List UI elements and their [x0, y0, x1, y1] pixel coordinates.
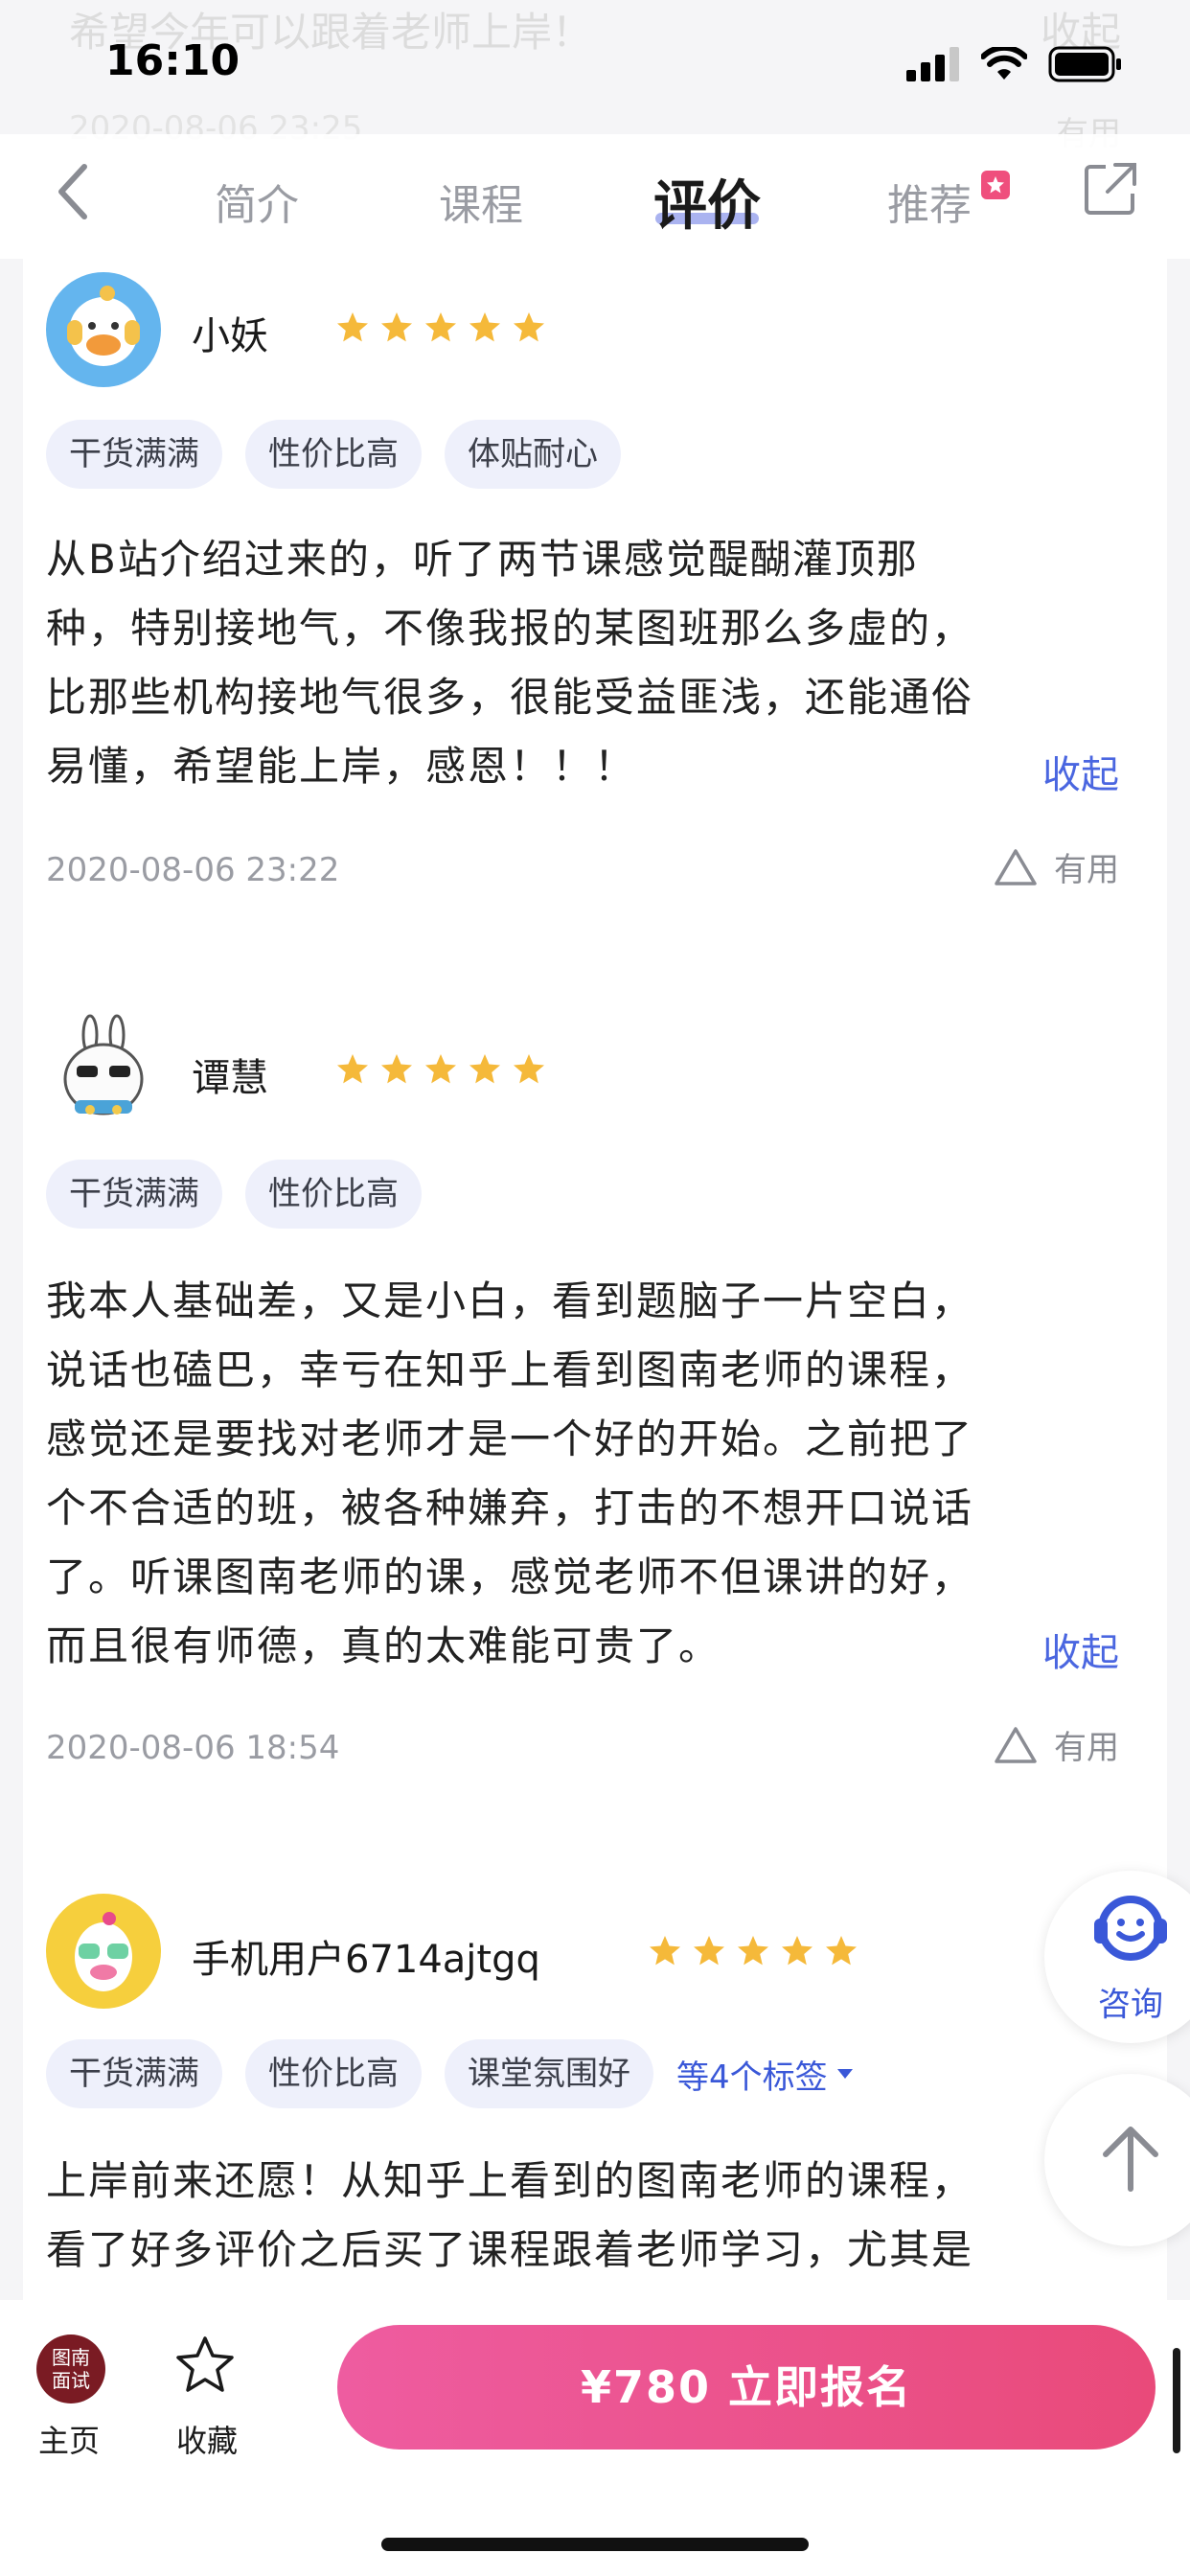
top-nav-bar: 简介 课程 评价 推荐: [0, 134, 1190, 259]
avatar[interactable]: [46, 1012, 161, 1127]
share-icon[interactable]: [1083, 161, 1138, 217]
tab-course[interactable]: 课程: [439, 171, 523, 232]
customer-service-icon: [1094, 1896, 1167, 1961]
review-text: 上岸前来还愿！从知乎上看到的图南老师的课程， 看了好多评价之后买了课程跟着老师学…: [46, 2157, 974, 2273]
review-tags: 干货满满 性价比高 课堂氛围好 等4个标签: [46, 2039, 855, 2108]
review-date: 2020-08-06 23:22: [46, 851, 340, 889]
collapse-link[interactable]: 收起: [1042, 1622, 1119, 1677]
thumb-up-triangle-icon: [995, 848, 1037, 886]
tab-intro[interactable]: 简介: [215, 171, 299, 232]
review-tags: 干货满满 性价比高 体贴耐心: [46, 420, 621, 489]
star-icon: [337, 312, 368, 342]
more-tags-toggle[interactable]: 等4个标签: [676, 2051, 855, 2098]
review-tag[interactable]: 干货满满: [46, 2039, 222, 2108]
status-bar: 16:10: [0, 0, 1190, 134]
review-tag[interactable]: 性价比高: [245, 420, 422, 489]
consult-label: 咨询: [1098, 1986, 1163, 2024]
home-indicator: [381, 2538, 809, 2551]
review-text: 从B站介绍过来的，听了两节课感觉醍醐灌顶那 种，特别接地气，不像我报的某图班那么…: [46, 536, 974, 790]
star-icon: [650, 1936, 680, 1966]
star-icon: [381, 312, 412, 342]
battery-icon: [1048, 46, 1121, 82]
star-icon: [514, 1054, 544, 1084]
tab-recommend[interactable]: 推荐: [887, 171, 972, 232]
bottom-action-bar: 图南 面试 主页 收藏 ¥780 立即报名: [0, 2300, 1190, 2576]
recommend-badge-icon: [981, 171, 1010, 199]
more-tags-label: 等4个标签: [676, 2058, 828, 2097]
star-icon: [425, 1054, 456, 1084]
review-tag[interactable]: 体贴耐心: [445, 420, 621, 489]
arrow-up-icon: [1103, 2127, 1158, 2192]
collapse-link[interactable]: 收起: [1042, 744, 1119, 799]
star-rating: [335, 1052, 546, 1087]
signup-button[interactable]: ¥780 立即报名: [337, 2325, 1156, 2450]
tab-reviews[interactable]: 评价: [653, 163, 761, 241]
star-icon: [469, 1054, 500, 1084]
avatar[interactable]: [46, 272, 161, 387]
star-outline-icon[interactable]: [174, 2334, 236, 2396]
reviewer-name: 小妖: [192, 314, 268, 358]
star-icon: [826, 1936, 857, 1966]
review-tag[interactable]: 干货满满: [46, 420, 222, 489]
useful-button[interactable]: 有用: [993, 843, 1119, 890]
home-logo-icon[interactable]: 图南 面试: [36, 2334, 105, 2404]
star-icon: [469, 312, 500, 342]
review-tag[interactable]: 干货满满: [46, 1160, 222, 1229]
status-icons: [906, 46, 1123, 82]
useful-label: 有用: [1054, 851, 1119, 889]
review-date: 2020-08-06 18:54: [46, 1729, 340, 1767]
review-text: 我本人基础差，又是小白，看到题脑子一片空白， 说话也磕巴，幸亏在知乎上看到图南老…: [46, 1277, 974, 1669]
scrollbar[interactable]: [1173, 2348, 1180, 2453]
review-tag[interactable]: 课堂氛围好: [445, 2039, 653, 2108]
favorite-label[interactable]: 收藏: [176, 2417, 238, 2461]
star-icon: [381, 1054, 412, 1084]
star-icon: [782, 1936, 812, 1966]
thumb-up-triangle-icon: [995, 1726, 1037, 1763]
review-tag[interactable]: 性价比高: [245, 2039, 422, 2108]
review-tags: 干货满满 性价比高: [46, 1160, 422, 1229]
useful-button[interactable]: 有用: [993, 1721, 1119, 1768]
status-time: 16:10: [105, 36, 240, 85]
review-tag[interactable]: 性价比高: [245, 1160, 422, 1229]
home-label[interactable]: 主页: [38, 2417, 100, 2461]
signal-icon: [906, 47, 959, 81]
avatar[interactable]: [46, 1894, 161, 2009]
star-icon: [337, 1054, 368, 1084]
reviewer-name: 手机用户6714ajtgq: [192, 1938, 540, 1982]
tab-bar: 简介 课程 评价 推荐: [0, 134, 1190, 259]
star-rating: [648, 1934, 858, 1968]
star-icon: [694, 1936, 724, 1966]
reviewer-name: 谭慧: [192, 1056, 268, 1100]
useful-label: 有用: [1054, 1729, 1119, 1767]
caret-down-icon: [836, 2069, 853, 2079]
star-rating: [335, 310, 546, 345]
star-icon: [738, 1936, 768, 1966]
star-icon: [425, 312, 456, 342]
star-icon: [514, 312, 544, 342]
wifi-icon: [981, 47, 1027, 80]
